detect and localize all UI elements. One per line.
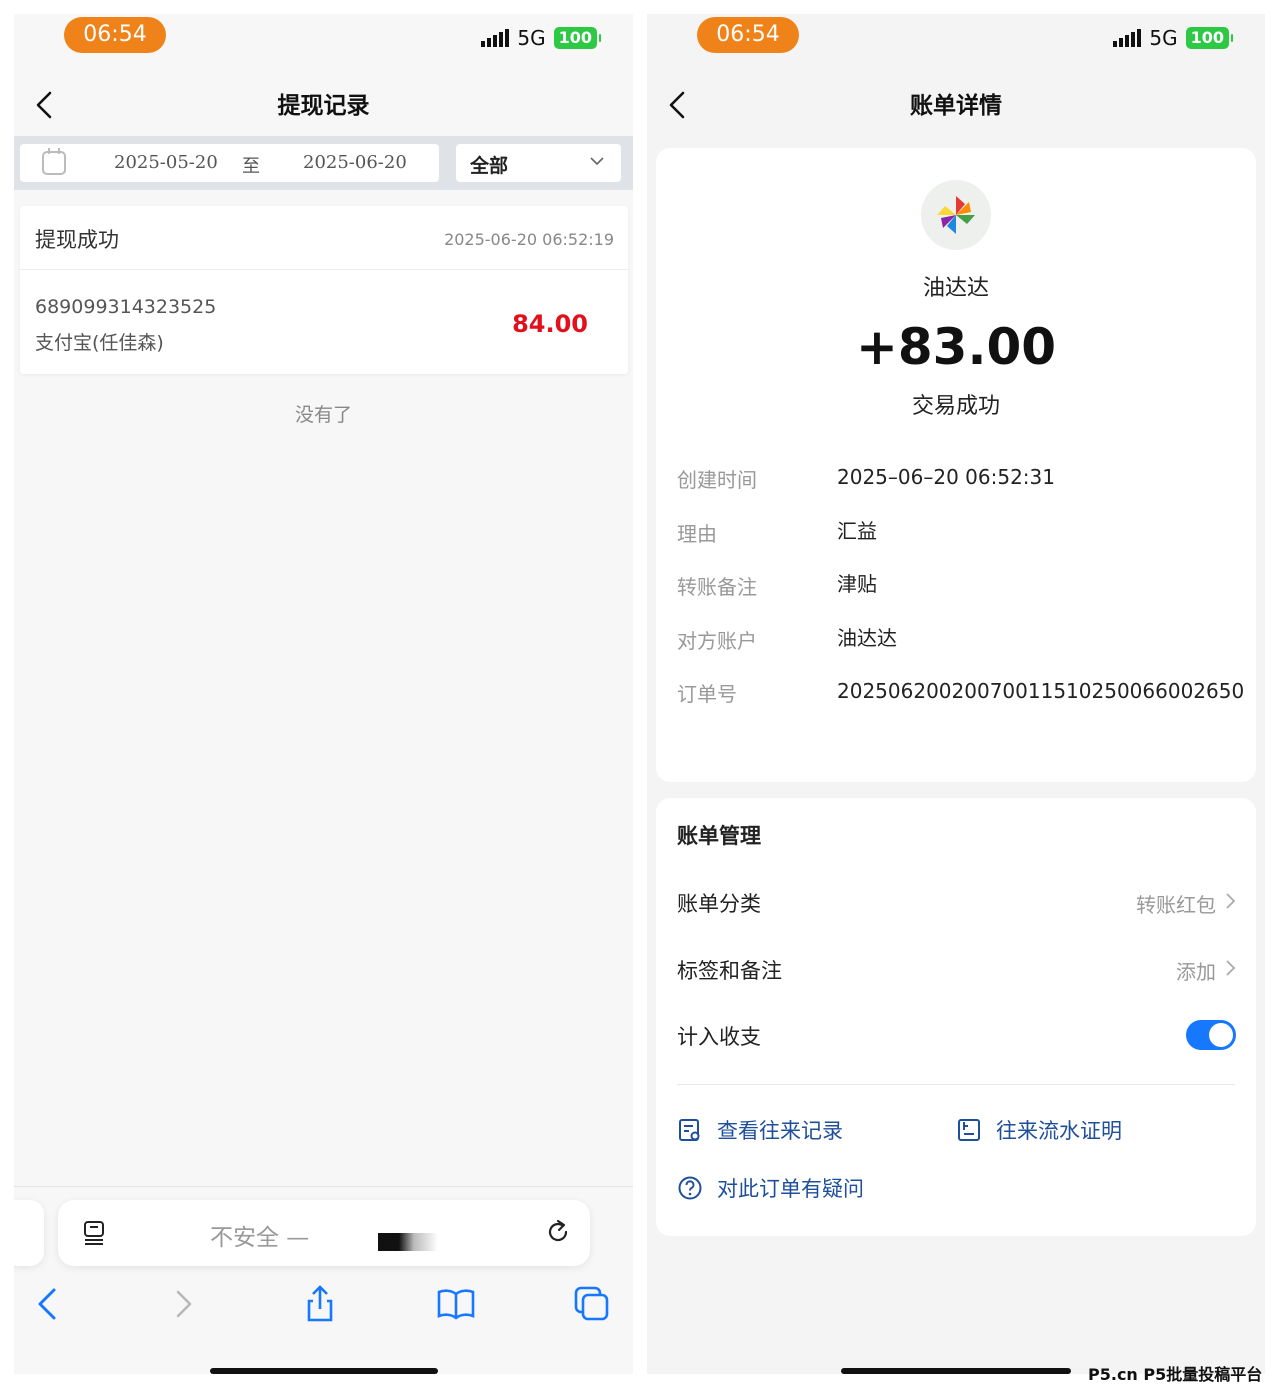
home-indicator bbox=[210, 1368, 438, 1374]
end-date[interactable]: 2025-06-20 bbox=[303, 152, 407, 173]
redacted-url bbox=[378, 1233, 438, 1251]
tabs-icon[interactable] bbox=[572, 1284, 612, 1324]
bill-management-card: 账单管理 账单分类 转账红包 标签和备注 添加 计入收支 查看往来记录 往来流水… bbox=[656, 798, 1256, 1236]
help-icon bbox=[678, 1176, 702, 1200]
calendar-icon bbox=[42, 148, 66, 175]
browser-chrome: 不安全 — bbox=[14, 1186, 633, 1374]
watermark: P5.cn P5批量投稿平台 bbox=[1088, 1365, 1263, 1384]
network-label: 5G bbox=[1149, 26, 1178, 50]
battery-icon: 100 bbox=[553, 27, 602, 49]
detail-value-created: 2025–06–20 06:52:31 bbox=[837, 465, 1055, 489]
detail-value-reason: 汇益 bbox=[837, 519, 877, 543]
tags-value[interactable]: 添加 bbox=[1176, 956, 1216, 985]
detail-label-counterparty: 对方账户 bbox=[677, 629, 757, 653]
page-title: 账单详情 bbox=[910, 93, 1002, 119]
address-bar[interactable]: 不安全 — bbox=[58, 1200, 590, 1266]
status-time: 06:54 bbox=[64, 17, 166, 53]
reader-icon[interactable] bbox=[82, 1220, 106, 1246]
back-icon[interactable] bbox=[28, 1284, 68, 1324]
merchant-logo-icon bbox=[921, 180, 991, 250]
filter-bar: 2025-05-20 至 2025-06-20 全部 bbox=[14, 136, 633, 190]
divider bbox=[20, 269, 628, 270]
date-separator: 至 bbox=[242, 156, 260, 177]
include-in-stats-label: 计入收支 bbox=[677, 1025, 761, 1049]
battery-icon: 100 bbox=[1185, 27, 1234, 49]
type-select-value: 全部 bbox=[470, 155, 509, 177]
record-number: 689099314323525 bbox=[35, 296, 217, 318]
view-records-link[interactable]: 查看往来记录 bbox=[677, 1115, 843, 1145]
detail-label-remark: 转账备注 bbox=[677, 575, 757, 599]
status-indicators: 5G 100 bbox=[1113, 26, 1234, 50]
chevron-down-icon bbox=[590, 157, 604, 166]
reload-icon[interactable] bbox=[544, 1218, 572, 1246]
record-account: 支付宝(任佳森) bbox=[35, 332, 164, 354]
date-range-picker[interactable]: 2025-05-20 至 2025-06-20 bbox=[20, 144, 439, 182]
chevron-right-icon[interactable] bbox=[1224, 959, 1238, 977]
detail-value-order: 20250620020070011510250066002650 bbox=[837, 679, 1245, 703]
merchant-name: 油达达 bbox=[922, 276, 989, 301]
bill-summary-card: 油达达 +83.00 交易成功 创建时间 2025–06–20 06:52:31… bbox=[656, 148, 1256, 782]
order-question-label: 对此订单有疑问 bbox=[717, 1177, 864, 1201]
signal-icon bbox=[1113, 29, 1142, 47]
detail-value-remark: 津贴 bbox=[837, 572, 877, 596]
section-title: 账单管理 bbox=[677, 824, 761, 848]
network-label: 5G bbox=[517, 26, 546, 50]
detail-value-counterparty: 油达达 bbox=[837, 626, 897, 650]
view-records-label: 查看往来记录 bbox=[717, 1119, 843, 1143]
withdraw-record-card[interactable]: 提现成功 2025-06-20 06:52:19 689099314323525… bbox=[20, 206, 628, 374]
end-of-list: 没有了 bbox=[294, 404, 352, 426]
records-icon bbox=[679, 1119, 700, 1141]
bill-category-label[interactable]: 账单分类 bbox=[677, 888, 761, 918]
forward-icon[interactable] bbox=[164, 1284, 204, 1324]
detail-label-created: 创建时间 bbox=[677, 468, 757, 492]
statement-proof-link[interactable]: 往来流水证明 bbox=[956, 1115, 1122, 1145]
status-indicators: 5G 100 bbox=[481, 26, 602, 50]
signal-icon bbox=[481, 29, 510, 47]
home-indicator bbox=[841, 1368, 1071, 1374]
start-date[interactable]: 2025-05-20 bbox=[114, 152, 218, 173]
bill-category-value[interactable]: 转账红包 bbox=[1136, 889, 1216, 918]
document-icon bbox=[958, 1119, 980, 1141]
chevron-right-icon[interactable] bbox=[1224, 892, 1238, 910]
order-question-link[interactable]: 对此订单有疑问 bbox=[677, 1173, 864, 1203]
url-text: 不安全 — bbox=[210, 1225, 310, 1251]
left-screen: 06:54 5G 100 提现记录 2025-05-20 至 2025-06-2… bbox=[14, 14, 633, 1374]
detail-label-reason: 理由 bbox=[677, 522, 717, 546]
bill-amount: +83.00 bbox=[855, 318, 1057, 376]
type-select[interactable]: 全部 bbox=[456, 144, 621, 182]
tags-label[interactable]: 标签和备注 bbox=[677, 955, 782, 985]
transaction-status: 交易成功 bbox=[911, 394, 1000, 419]
previous-tab[interactable] bbox=[14, 1200, 44, 1266]
divider bbox=[677, 1084, 1235, 1085]
record-status: 提现成功 bbox=[35, 228, 119, 252]
include-in-stats-toggle[interactable] bbox=[1186, 1020, 1236, 1050]
share-icon[interactable] bbox=[300, 1284, 340, 1324]
status-time: 06:54 bbox=[697, 17, 799, 53]
record-time: 2025-06-20 06:52:19 bbox=[444, 230, 614, 249]
detail-label-order: 订单号 bbox=[677, 682, 737, 706]
bookmarks-icon[interactable] bbox=[436, 1284, 476, 1324]
record-amount: 84.00 bbox=[512, 310, 588, 338]
statement-proof-label: 往来流水证明 bbox=[996, 1119, 1122, 1143]
page-title: 提现记录 bbox=[277, 93, 370, 119]
right-screen: 06:54 5G 100 账单详情 油达达 +83.00 交易成功 创建时间 2… bbox=[647, 14, 1265, 1374]
